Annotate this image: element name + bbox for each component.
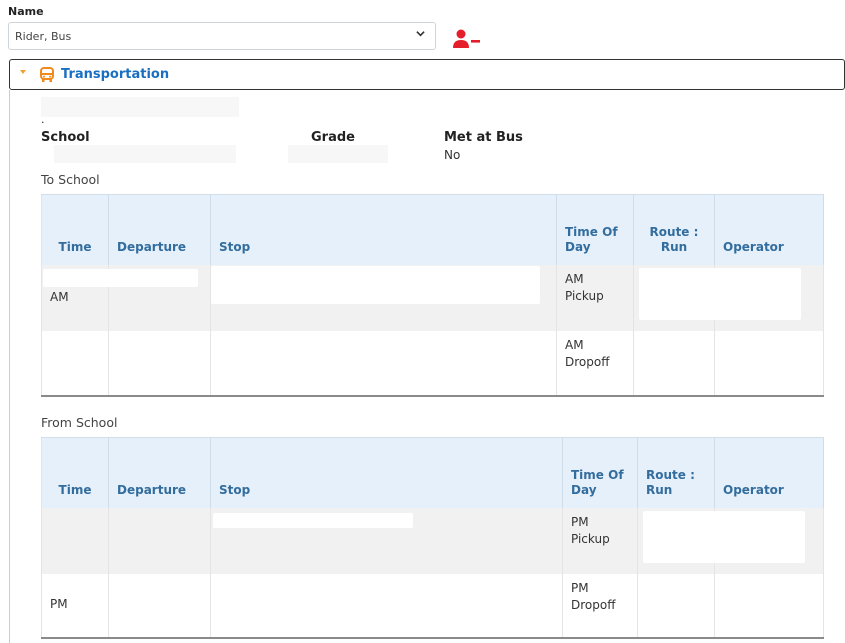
redacted-block [639, 268, 801, 320]
marker-dot: . [41, 113, 45, 126]
redacted-block [43, 269, 198, 287]
redacted-block [211, 266, 540, 304]
grade-value-redacted [288, 145, 388, 163]
table-row: AM Dropoff [41, 330, 824, 397]
column-header-time-of-day: Time Of Day [562, 437, 638, 508]
cell-departure [108, 573, 211, 639]
name-label: Name [8, 5, 44, 18]
cell-time-of-day: AM Pickup [556, 264, 634, 331]
cell-time [41, 507, 109, 574]
name-select[interactable]: Rider, Bus [8, 22, 436, 50]
cell-departure [108, 330, 211, 397]
column-header-time: Time [41, 437, 109, 508]
cell-stop [210, 330, 557, 397]
met-at-bus-label: Met at Bus [444, 130, 523, 145]
cell-departure [108, 507, 211, 574]
column-header-departure: Departure [108, 437, 211, 508]
column-header-operator: Operator [714, 437, 824, 508]
redacted-block [643, 511, 805, 563]
cell-route-run [633, 330, 715, 397]
column-header-time: Time [41, 194, 109, 265]
panel-title: Transportation [61, 67, 170, 82]
column-header-time-of-day: Time Of Day [556, 194, 634, 265]
column-header-stop: Stop [210, 437, 563, 508]
cell-time: PM [41, 573, 109, 639]
cell-time-of-day: PM Dropoff [562, 573, 638, 639]
name-select-value: Rider, Bus [15, 30, 72, 43]
transportation-panel-header[interactable]: Transportation [9, 59, 845, 90]
school-value-redacted [54, 145, 236, 163]
cell-stop [210, 573, 563, 639]
met-at-bus-value: No [444, 148, 461, 162]
remove-user-icon[interactable] [451, 28, 483, 50]
cell-route-run [637, 573, 715, 639]
table-row: PM PM Dropoff [41, 573, 824, 639]
school-label: School [41, 130, 90, 145]
cell-time [41, 330, 109, 397]
to-school-label: To School [41, 172, 100, 187]
column-header-route-run: Route : Run [633, 194, 715, 265]
from-school-label: From School [41, 415, 118, 430]
table-header-row: Time Departure Stop Time Of Day Route : … [41, 194, 824, 265]
chevron-down-icon [20, 70, 26, 74]
column-header-departure: Departure [108, 194, 211, 265]
chevron-down-icon [416, 29, 425, 41]
column-header-stop: Stop [210, 194, 557, 265]
cell-operator [714, 573, 824, 639]
bus-icon [39, 67, 55, 83]
cell-operator [714, 330, 824, 397]
column-header-operator: Operator [714, 194, 824, 265]
column-header-route-run: Route : Run [637, 437, 715, 508]
redacted-block [41, 97, 239, 117]
cell-time-of-day: AM Dropoff [556, 330, 634, 397]
cell-time-of-day: PM Pickup [562, 507, 638, 574]
grade-label: Grade [311, 130, 355, 145]
table-header-row: Time Departure Stop Time Of Day Route : … [41, 437, 824, 508]
redacted-block [213, 513, 413, 528]
